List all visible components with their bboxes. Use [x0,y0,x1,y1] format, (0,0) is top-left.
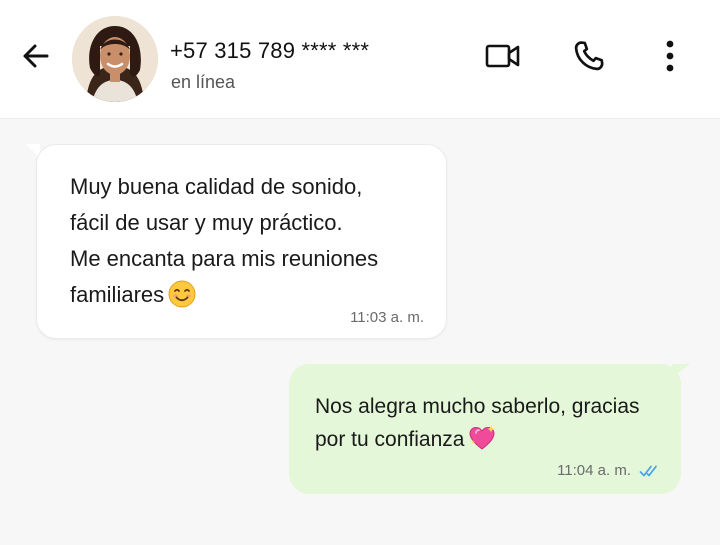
back-button[interactable] [18,36,54,76]
smiling-face-emoji [168,280,196,308]
contact-avatar[interactable] [72,16,158,102]
arrow-left-icon [23,44,49,68]
contact-status: en línea [171,72,236,92]
message-line: Me encanta para mis reuniones [70,246,379,271]
video-call-button[interactable] [481,34,525,78]
double-check-read-icon [639,465,657,476]
sparkling-heart-emoji [469,425,495,450]
message-line: familiares [70,277,430,313]
avatar-image [72,16,158,102]
more-options-button[interactable] [648,34,692,78]
message-line: por tu confianza [315,423,665,456]
contact-name[interactable]: +57 315 789 **** *** [170,38,369,64]
more-vertical-icon [666,40,674,72]
message-line: Muy buena calidad de sonido, [70,174,363,199]
message-time: 11:03 a. m. [350,309,424,326]
video-camera-icon [485,44,520,68]
message-line: Nos alegra mucho saberlo, gracias [315,395,640,418]
incoming-message[interactable]: Muy buena calidad de sonido, fácil de us… [36,144,447,339]
message-text: Muy buena calidad de sonido, fácil de us… [70,169,430,313]
phone-icon [574,41,604,71]
chat-header: +57 315 789 **** *** en línea [0,0,720,119]
message-time: 11:04 a. m. [557,462,631,479]
message-meta: 11:04 a. m. [557,462,663,479]
voice-call-button[interactable] [567,34,611,78]
outgoing-message[interactable]: Nos alegra mucho saberlo, gracias por tu… [289,364,681,494]
message-text: Nos alegra mucho saberlo, gracias por tu… [315,390,665,456]
message-line: fácil de usar y muy práctico. [70,210,343,235]
